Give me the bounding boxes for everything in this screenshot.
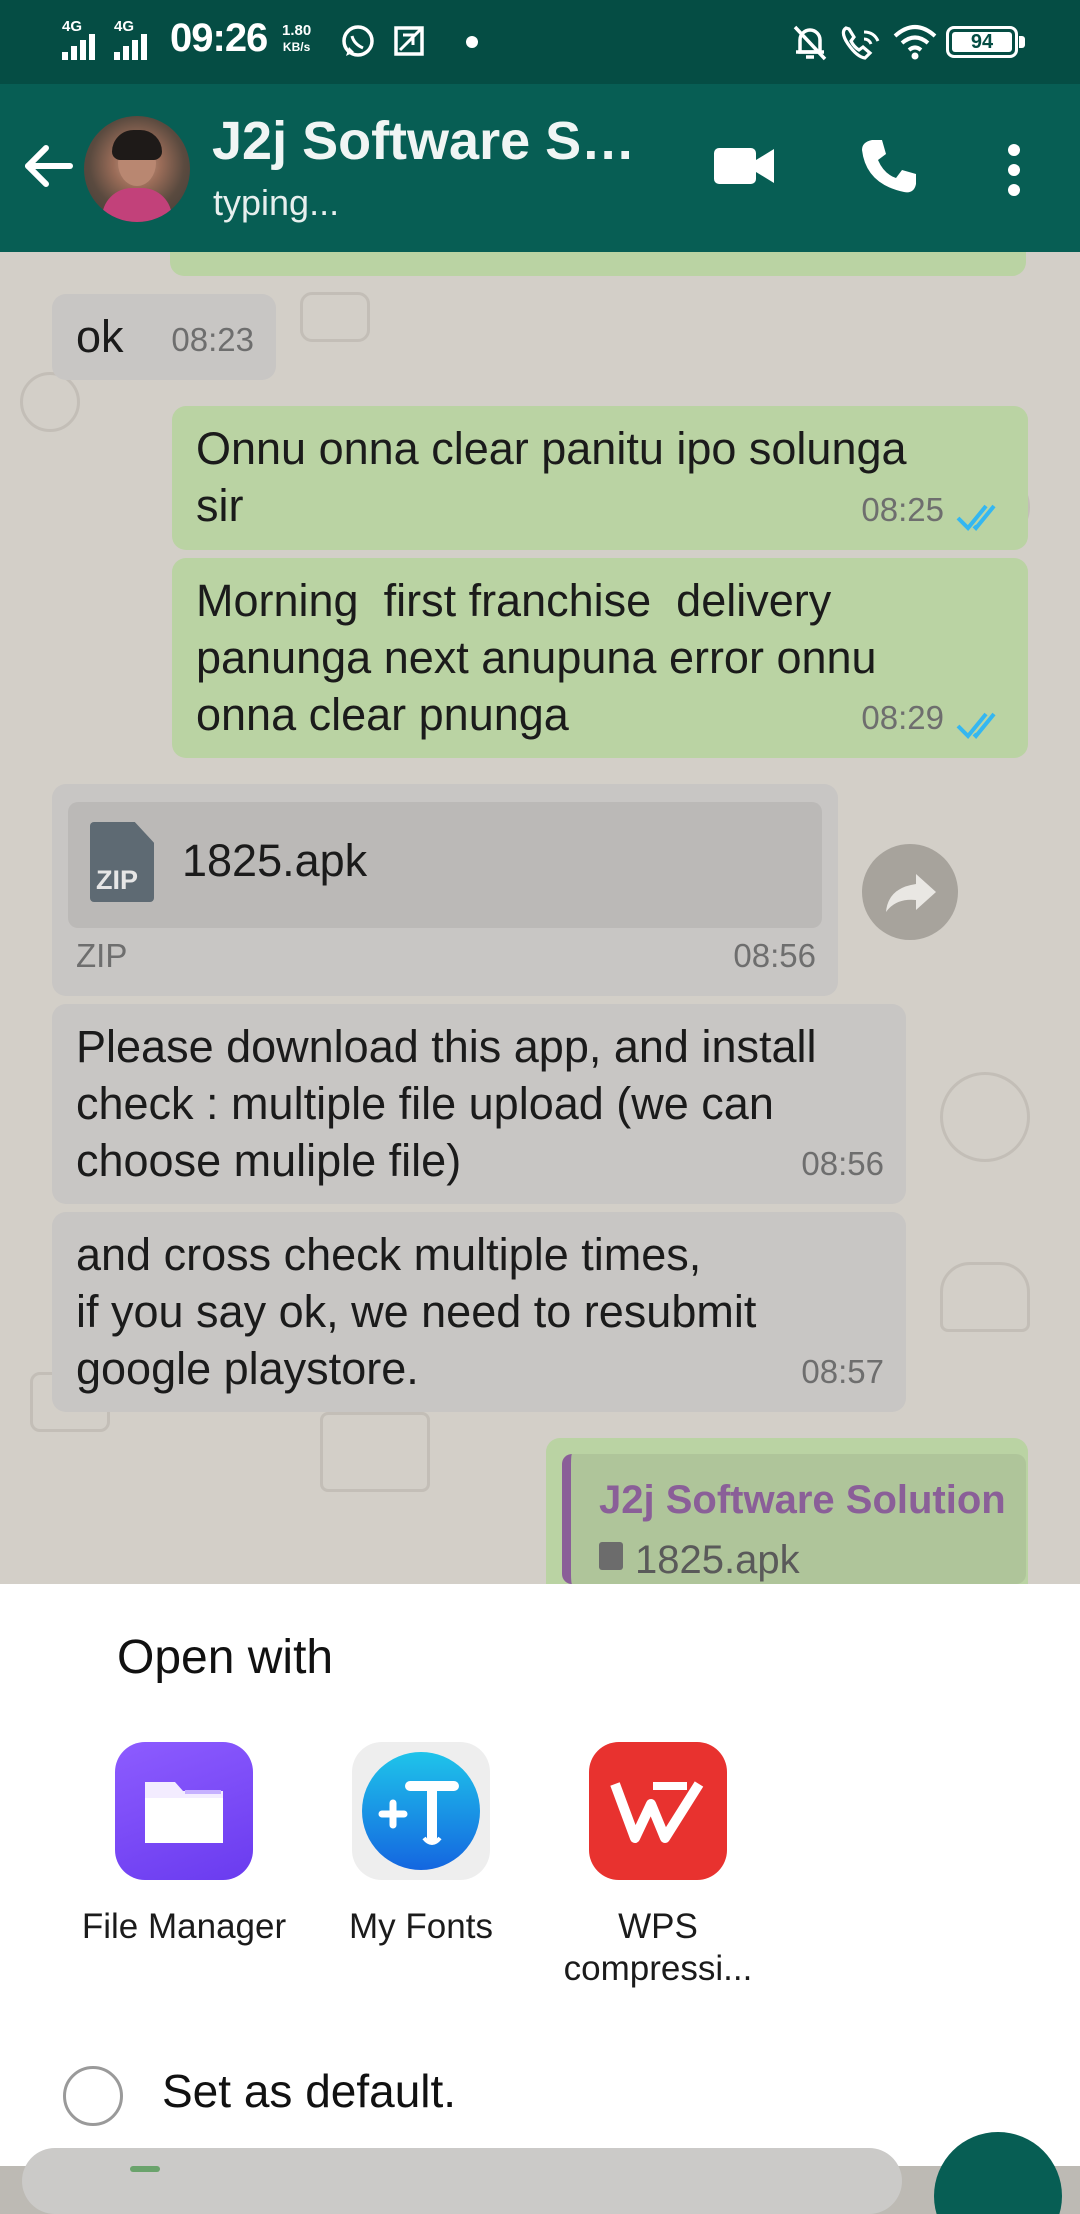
back-arrow-icon[interactable] [20,136,76,196]
contact-status: typing... [213,182,340,223]
app-option-wps[interactable]: WPS compressi... [538,1742,778,1990]
network-type-sim1: 4G [62,18,83,35]
previous-message-edge [170,252,1026,276]
message-input[interactable] [22,2148,902,2214]
message-text: Please download this app, and install ch… [76,1021,817,1186]
message-text: Morning first franchise delivery panunga… [196,575,877,740]
file-card[interactable]: ZIP 1825.apk [68,802,822,928]
quoted-message[interactable]: J2j Software Solution 1825.apk [562,1454,1026,1584]
wallpaper-doodle [20,372,80,432]
status-bar: 4G 4G 09:26 1.80 KB/s 94 [0,0,1080,84]
wallpaper-doodle [940,1262,1030,1332]
file-message[interactable]: ZIP 1825.apk ZIP 08:56 [52,784,838,996]
file-name: 1825.apk [182,835,368,886]
forward-button[interactable] [862,844,958,940]
whatsapp-icon [342,25,374,57]
message-time: 08:56 [801,1145,884,1182]
message-time: 08:56 [733,937,816,974]
compose-bar-peek [0,2132,1080,2214]
set-default-radio[interactable] [63,2066,123,2126]
message-text: and cross check multiple times, if you s… [76,1229,757,1394]
message-bubble-outgoing[interactable]: Morning first franchise delivery panunga… [172,558,1028,758]
notification-dot-icon [466,36,478,48]
contact-name[interactable]: J2j Software Sol... [212,110,662,172]
video-call-icon[interactable] [712,144,776,188]
read-ticks-icon [956,712,996,739]
forward-icon [886,874,936,912]
signal-sim1-icon: 4G [58,18,102,60]
wallpaper-doodle [320,1412,430,1492]
message-text: ok [76,311,124,362]
input-accent [130,2166,160,2172]
chat-header: J2j Software Sol... typing... [0,84,1080,252]
more-vert-icon[interactable] [1002,142,1026,198]
message-time: 08:29 [861,699,944,736]
message-time: 08:25 [861,491,944,528]
wifi-call-icon [841,26,880,60]
avatar[interactable] [84,116,190,222]
network-type-sim2: 4G [114,18,135,35]
message-time: 08:23 [171,321,254,358]
read-ticks-icon [956,504,996,531]
app-label: My Fonts [349,1907,493,1946]
app-label: File Manager [81,1907,287,1946]
network-speed-unit: KB/s [282,40,311,54]
zip-file-icon: ZIP [90,822,154,902]
message-bubble-outgoing[interactable]: Onnu onna clear panitu ipo solunga sir 0… [172,406,1028,550]
message-bubble-incoming[interactable]: Please download this app, and install ch… [52,1004,906,1204]
fonts-icon [352,1742,490,1880]
wallpaper-doodle [940,1072,1030,1162]
signal-sim2-icon: 4G [110,18,154,60]
document-icon [599,1542,623,1570]
network-speed-value: 1.80 [282,22,312,39]
app-label: WPS compressi... [563,1907,753,1988]
reply-message[interactable]: J2j Software Solution 1825.apk [546,1438,1028,1584]
message-bubble-incoming[interactable]: ok 08:23 [52,294,276,380]
zip-icon-label: ZIP [96,865,139,895]
folder-icon [115,1742,253,1880]
quoted-file-name: 1825.apk [635,1538,800,1582]
chat-area[interactable]: ok 08:23 Onnu onna clear panitu ipo solu… [0,252,1080,1584]
battery-level: 94 [970,31,994,53]
quoted-sender: J2j Software Solution [599,1478,1006,1522]
wallpaper-doodle [300,292,370,342]
phone-call-icon[interactable] [858,136,918,196]
wifi-icon [893,25,937,60]
battery-icon: 94 [946,26,1025,58]
wps-icon [589,1742,727,1880]
app-option-my-fonts[interactable]: My Fonts [301,1742,541,1948]
app-option-file-manager[interactable]: File Manager [64,1742,304,1948]
file-type: ZIP [76,937,128,974]
set-default-label[interactable]: Set as default. [162,2064,456,2118]
network-speed: 1.80 KB/s [282,22,311,56]
message-text: Onnu onna clear panitu ipo solunga sir [196,423,907,531]
open-with-sheet: Open with File Manager My Fonts WPS comp… [0,1584,1080,2166]
sheet-title: Open with [117,1631,334,1684]
mute-bell-icon [793,25,827,61]
clock: 09:26 [170,16,268,60]
message-bubble-incoming[interactable]: and cross check multiple times, if you s… [52,1212,906,1412]
message-time: 08:57 [801,1353,884,1390]
screenshot-icon [394,26,424,56]
